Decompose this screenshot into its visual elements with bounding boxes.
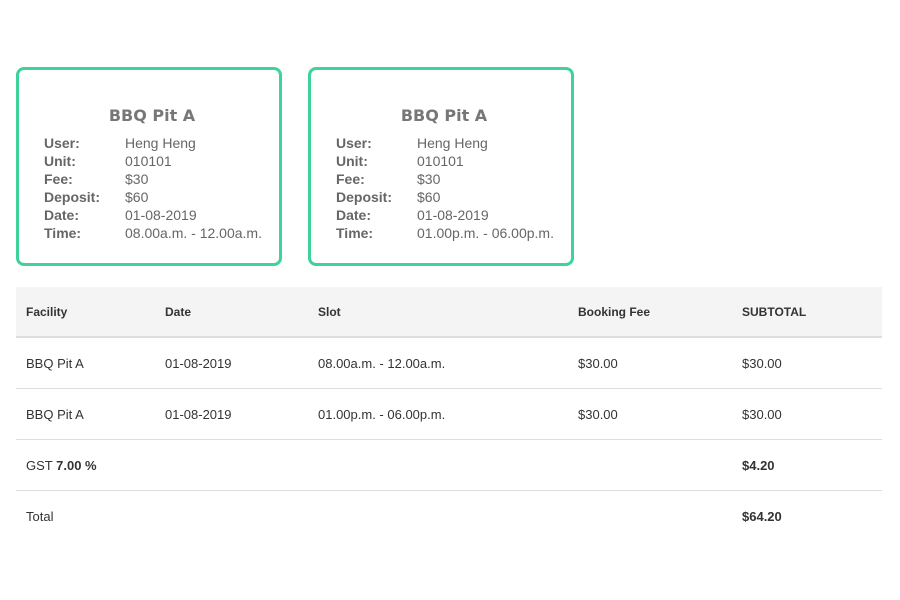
card-title: BBQ Pit A: [108, 106, 196, 125]
booking-cards: BBQ Pit A User: Heng Heng Unit: 010101 F…: [16, 67, 574, 266]
card-row-user: User: Heng Heng: [336, 134, 571, 152]
cell-slot: 01.00p.m. - 06.00p.m.: [308, 388, 568, 440]
card-row-deposit: Deposit: $60: [336, 188, 571, 206]
card-key: Deposit:: [336, 189, 392, 205]
table-row: BBQ Pit A 01-08-2019 01.00p.m. - 06.00p.…: [16, 388, 882, 440]
booking-summary-table: Facility Date Slot Booking Fee SUBTOTAL …: [16, 287, 882, 541]
card-value: $30: [417, 171, 441, 187]
total-label: Total: [26, 508, 54, 524]
card-title: BBQ Pit A: [400, 106, 488, 125]
card-value: 01-08-2019: [125, 207, 197, 223]
header-booking-fee: Booking Fee: [568, 287, 732, 338]
card-row-time: Time: 01.00p.m. - 06.00p.m.: [336, 224, 571, 242]
card-row-date: Date: 01-08-2019: [44, 206, 279, 224]
gst-rate: 7.00 %: [56, 457, 97, 473]
card-key: Date:: [44, 207, 80, 223]
card-row-date: Date: 01-08-2019: [336, 206, 571, 224]
booking-card: BBQ Pit A User: Heng Heng Unit: 010101 F…: [16, 67, 282, 266]
header-facility: Facility: [16, 287, 155, 338]
cell-date: 01-08-2019: [155, 388, 308, 440]
booking-card: BBQ Pit A User: Heng Heng Unit: 010101 F…: [308, 67, 574, 266]
card-row-unit: Unit: 010101: [336, 152, 571, 170]
card-key: Date:: [336, 207, 372, 223]
card-key: Time:: [336, 225, 374, 241]
cell-date: 01-08-2019: [155, 337, 308, 389]
gst-label-cell: GST 7.00 %: [16, 439, 732, 491]
card-row-unit: Unit: 010101: [44, 152, 279, 170]
cell-booking-fee: $30.00: [568, 337, 732, 389]
card-key: Unit:: [44, 153, 76, 169]
card-value: Heng Heng: [417, 135, 488, 151]
card-row-deposit: Deposit: $60: [44, 188, 279, 206]
table-header-row: Facility Date Slot Booking Fee SUBTOTAL: [16, 287, 882, 338]
total-row: Total $64.20: [16, 491, 882, 542]
header-slot: Slot: [308, 287, 568, 338]
card-value: 01-08-2019: [417, 207, 489, 223]
card-key: Unit:: [336, 153, 368, 169]
header-subtotal: SUBTOTAL: [732, 287, 882, 338]
cell-facility: BBQ Pit A: [16, 388, 155, 440]
cell-slot: 08.00a.m. - 12.00a.m.: [308, 337, 568, 389]
card-value: $60: [125, 189, 149, 205]
cell-booking-fee: $30.00: [568, 388, 732, 440]
card-key: Fee:: [336, 171, 365, 187]
total-amount: $64.20: [742, 508, 782, 524]
card-value: $60: [417, 189, 441, 205]
cell-subtotal: $30.00: [732, 388, 882, 440]
card-value: 010101: [125, 153, 172, 169]
gst-row: GST 7.00 % $4.20: [16, 439, 882, 491]
cell-facility: BBQ Pit A: [16, 337, 155, 389]
card-row-fee: Fee: $30: [44, 170, 279, 188]
header-date: Date: [155, 287, 308, 338]
card-key: User:: [336, 135, 372, 151]
card-value: 08.00a.m. - 12.00a.m.: [125, 225, 262, 241]
card-key: Fee:: [44, 171, 73, 187]
card-value: Heng Heng: [125, 135, 196, 151]
card-key: Deposit:: [44, 189, 100, 205]
table-row: BBQ Pit A 01-08-2019 08.00a.m. - 12.00a.…: [16, 337, 882, 389]
gst-amount: $4.20: [732, 439, 882, 491]
cell-subtotal: $30.00: [732, 337, 882, 389]
card-key: User:: [44, 135, 80, 151]
card-value: $30: [125, 171, 149, 187]
card-key: Time:: [44, 225, 82, 241]
card-row-fee: Fee: $30: [336, 170, 571, 188]
card-value: 01.00p.m. - 06.00p.m.: [417, 225, 554, 241]
card-row-time: Time: 08.00a.m. - 12.00a.m.: [44, 224, 279, 242]
card-value: 010101: [417, 153, 464, 169]
card-row-user: User: Heng Heng: [44, 134, 279, 152]
gst-label: GST: [26, 457, 53, 473]
